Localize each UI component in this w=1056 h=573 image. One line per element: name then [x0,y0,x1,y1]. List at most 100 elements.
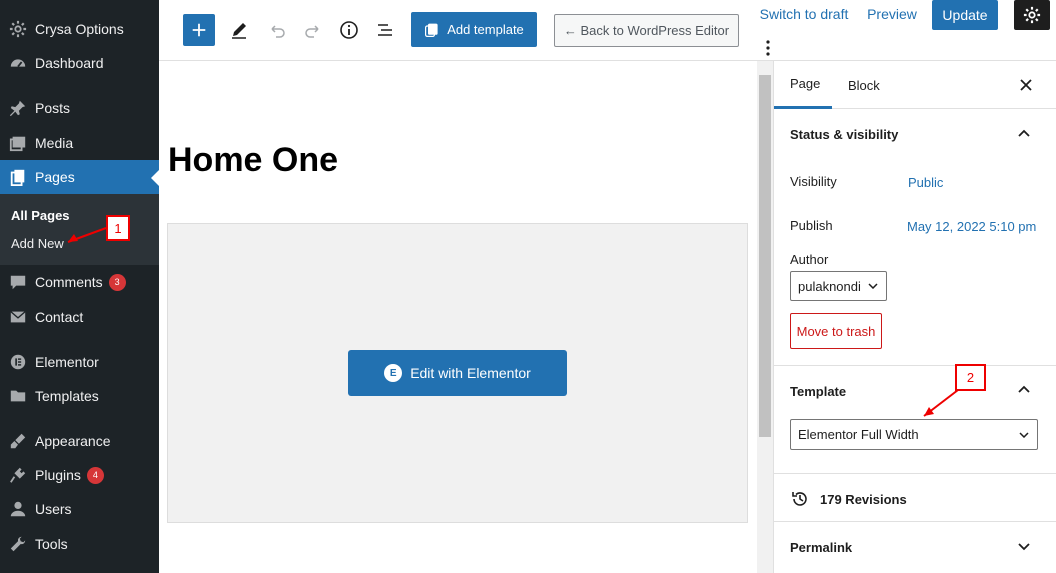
dashboard-icon [8,53,28,73]
switch-to-draft-label: Switch to draft [759,6,849,22]
submenu-add-new[interactable]: Add New [11,236,64,251]
template-select[interactable]: Elementor Full Width [790,419,1038,450]
list-view-icon [378,24,392,36]
gear-icon [1023,6,1041,24]
elementor-icon [8,352,28,372]
more-vertical-icon [766,40,770,56]
annotation-marker-2: 2 [955,364,986,391]
media-icon [8,133,28,153]
sidebar-item-crysa-options[interactable]: Crysa Options [0,12,159,46]
sidebar-item-label: Users [35,501,72,517]
pin-icon [8,98,28,118]
chevron-down-icon [868,283,878,289]
history-icon [792,492,807,506]
sidebar-item-posts[interactable]: Posts [0,91,159,125]
more-options-button[interactable] [764,38,772,58]
switch-to-draft-button[interactable]: Switch to draft [758,2,850,26]
redo-icon [305,25,319,38]
author-select[interactable]: pulaknondi [790,271,887,301]
update-label: Update [942,7,988,23]
preview-button[interactable]: Preview [865,2,919,26]
sidebar-item-label: Elementor [35,354,99,370]
add-template-button[interactable]: Add template [411,12,537,47]
details-button[interactable] [335,16,363,44]
update-button[interactable]: Update [932,0,998,30]
canvas-scrollbar[interactable] [757,61,773,573]
comment-icon [8,272,28,292]
sidebar-item-dashboard[interactable]: Dashboard [0,46,159,80]
revisions-link[interactable]: 179 Revisions [790,489,907,509]
active-indicator [151,170,159,186]
sidebar-item-appearance[interactable]: Appearance [0,424,159,458]
comments-count-badge: 3 [108,273,126,291]
sidebar-item-label: Crysa Options [35,21,124,37]
list-view-button[interactable] [371,16,399,44]
redo-button[interactable] [299,16,327,44]
inserter-toggle-button[interactable] [183,14,215,46]
brush-icon [8,431,28,451]
chevron-down-icon[interactable] [1016,539,1032,555]
plus-icon [192,23,206,37]
template-value: Elementor Full Width [798,427,919,442]
sidebar-item-label: Appearance [35,433,111,449]
editor-canvas: Home One E Edit with Elementor [159,61,757,573]
back-to-editor-button[interactable]: ← Back to WordPress Editor [554,14,739,47]
close-settings-button[interactable] [1016,75,1036,95]
mail-icon [8,307,28,327]
settings-sidebar: Page Block Status & visibility Visibilit… [773,61,1056,573]
preview-label: Preview [867,6,917,22]
submenu-all-pages[interactable]: All Pages [11,208,70,223]
move-to-trash-button[interactable]: Move to trash [790,313,882,349]
tools-button[interactable] [225,16,253,44]
publish-date-value[interactable]: May 12, 2022 5:10 pm [907,219,1036,234]
wordpress-editor: Crysa Options Dashboard Posts Media Page… [0,0,1056,573]
chevron-down-icon [1019,431,1029,438]
settings-button[interactable] [1014,0,1050,30]
wrench-icon [8,534,28,554]
admin-sidebar: Crysa Options Dashboard Posts Media Page… [0,0,159,573]
sidebar-item-media[interactable]: Media [0,126,159,160]
user-icon [8,499,28,519]
template-icon [425,23,438,37]
sidebar-item-label: Dashboard [35,55,104,71]
edit-with-elementor-button[interactable]: E Edit with Elementor [348,350,567,396]
undo-button[interactable] [263,16,291,44]
author-value: pulaknondi [798,278,861,294]
sidebar-item-label: Pages [35,169,75,185]
pencil-icon [232,23,246,39]
elementor-icon: E [384,364,403,382]
sidebar-item-plugins[interactable]: Plugins 4 [0,458,159,492]
pages-icon [8,167,28,187]
author-label: Author [790,252,829,267]
permalink-title[interactable]: Permalink [790,540,852,555]
sidebar-item-contact[interactable]: Contact [0,300,159,334]
sidebar-item-elementor[interactable]: Elementor [0,345,159,379]
chevron-up-icon[interactable] [1016,381,1032,397]
sidebar-item-templates[interactable]: Templates [0,379,159,413]
sidebar-item-label: Templates [35,388,99,404]
status-visibility-title[interactable]: Status & visibility [790,127,898,142]
scrollbar-thumb[interactable] [759,75,771,437]
sidebar-item-label: Tools [35,536,68,552]
sidebar-item-tools[interactable]: Tools [0,527,159,561]
revisions-label: 179 Revisions [820,491,907,507]
close-icon [1020,79,1032,91]
sidebar-item-label: Media [35,135,74,151]
section-divider [774,365,1056,366]
tab-page[interactable]: Page [774,61,832,109]
sidebar-item-users[interactable]: Users [0,492,159,526]
edit-with-elementor-label: Edit with Elementor [410,365,531,381]
chevron-up-icon[interactable] [1016,125,1032,141]
editor-toolbar: Add template ← Back to WordPress Editor … [159,0,1056,61]
add-template-label: Add template [447,22,524,37]
visibility-label: Visibility [790,174,837,189]
tab-block[interactable]: Block [848,61,898,109]
page-title[interactable]: Home One [168,141,338,180]
sidebar-item-pages[interactable]: Pages [0,160,159,194]
publish-label: Publish [790,218,833,233]
folder-icon [8,386,28,406]
visibility-value[interactable]: Public [908,175,943,190]
sidebar-item-comments[interactable]: Comments 3 [0,265,159,299]
template-title[interactable]: Template [790,384,846,399]
sidebar-item-label: Posts [35,100,71,116]
